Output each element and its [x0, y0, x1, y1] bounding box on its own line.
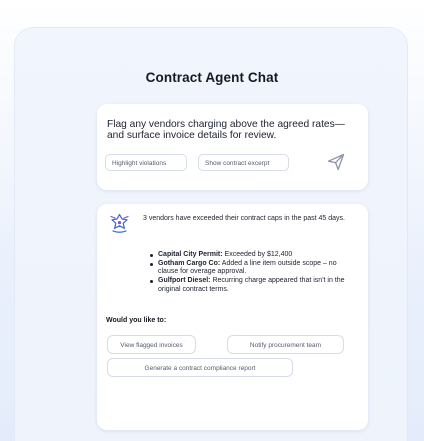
list-item: Capital City Permit: Exceeded by $12,400 — [149, 251, 354, 260]
flagged-vendor-list: Capital City Permit: Exceeded by $12,400… — [149, 251, 354, 295]
user-prompt-text: Flag any vendors charging above the agre… — [107, 119, 345, 141]
list-item: Gotham Cargo Co: Added a line item outsi… — [149, 260, 354, 277]
send-icon[interactable] — [326, 152, 346, 172]
follow-up-question: Would you like to: — [106, 317, 167, 324]
generate-compliance-report-button[interactable]: Generate a contract compliance report — [107, 358, 293, 377]
notify-procurement-team-button[interactable]: Notify procurement team — [227, 335, 344, 354]
user-prompt-panel: Flag any vendors charging above the agre… — [97, 104, 368, 190]
vendor-name: Capital City Permit: — [158, 251, 223, 258]
response-summary: 3 vendors have exceeded their contract c… — [143, 215, 345, 222]
vendor-name: Gotham Cargo Co: — [158, 259, 221, 267]
show-contract-excerpt-chip[interactable]: Show contract excerpt — [198, 154, 289, 171]
page-title: Contract Agent Chat — [145, 70, 279, 85]
vendor-name: Gulfport Diesel: — [158, 277, 211, 285]
vendor-detail: Exceeded by $12,400 — [222, 251, 293, 258]
highlight-violations-chip[interactable]: Highlight violations — [105, 154, 187, 171]
agent-response-panel: 3 vendors have exceeded their contract c… — [97, 204, 368, 430]
view-flagged-invoices-button[interactable]: View flagged invoices — [107, 335, 196, 354]
list-item: Gulfport Diesel: Recurring charge appear… — [149, 277, 354, 294]
agent-logo-icon — [109, 213, 130, 234]
